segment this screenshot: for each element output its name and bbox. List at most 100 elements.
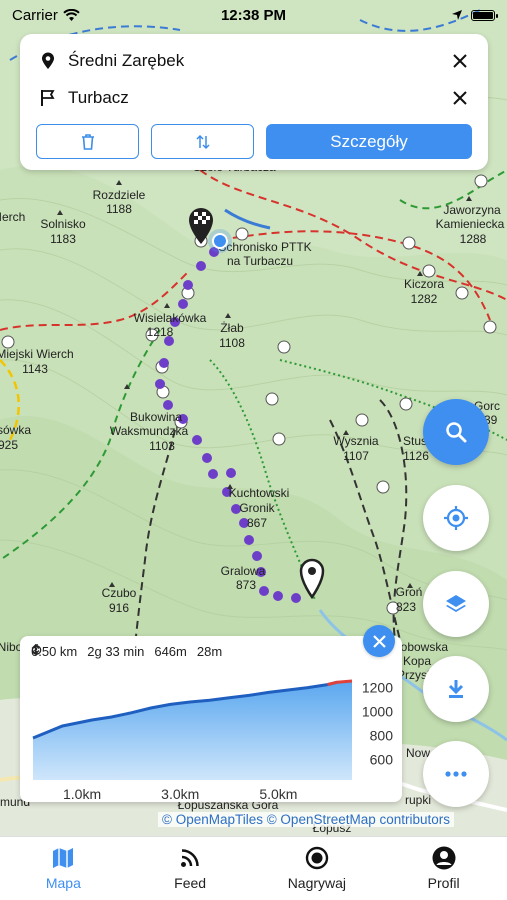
stat-ascent: 646m xyxy=(31,644,187,659)
close-icon xyxy=(453,91,467,105)
y-tick-label: 1000 xyxy=(362,704,393,720)
x-tick-label: 3.0km xyxy=(161,786,199,802)
stat-duration: 2g 33 min xyxy=(31,644,145,659)
details-button[interactable]: Szczegóły xyxy=(266,124,472,159)
map-label: 1288 xyxy=(460,232,487,246)
swap-route-button[interactable] xyxy=(151,124,254,159)
clear-start-button[interactable] xyxy=(448,49,472,73)
map-label: 1188 xyxy=(106,202,132,216)
map-attribution[interactable]: © OpenMapTiles © OpenStreetMap contribut… xyxy=(158,812,455,827)
map-label: 1183 xyxy=(50,232,76,246)
map-label: Kopa xyxy=(403,654,431,668)
map-label: na Turbaczu xyxy=(227,254,293,268)
close-icon xyxy=(453,54,467,68)
map-label: Kuchtowski xyxy=(229,486,290,500)
layers-icon xyxy=(446,595,466,612)
route-destination-row[interactable]: Turbacz xyxy=(20,80,488,116)
map-label: 1108 xyxy=(219,336,245,350)
map-label: 1143 xyxy=(22,362,48,376)
route-destination-text[interactable]: Turbacz xyxy=(68,88,129,108)
tab-bar: Mapa Feed Nagrywaj Profil xyxy=(0,836,507,900)
map-label: Gronik xyxy=(239,501,275,515)
y-tick-label: 800 xyxy=(370,728,394,744)
y-tick-label: 1200 xyxy=(362,680,393,696)
delete-route-button[interactable] xyxy=(36,124,139,159)
route-stats: 6.50 km 2g 33 min 646m 28m xyxy=(31,644,222,659)
location-arrow-icon xyxy=(452,10,462,20)
search-button[interactable] xyxy=(423,399,489,465)
close-icon xyxy=(372,634,386,648)
map-label: Żłab xyxy=(220,321,244,335)
clear-destination-button[interactable] xyxy=(448,86,472,110)
swap-icon xyxy=(195,134,210,149)
stat-descent: 28m xyxy=(31,644,223,659)
map-label: 1218 xyxy=(147,325,174,339)
elevation-chart: 600 800 1000 1200 1.0km 3.0km 5.0km xyxy=(32,679,394,802)
map-label: Bukowina xyxy=(130,410,182,424)
map-label: Wisielakówka xyxy=(134,311,207,325)
trash-icon xyxy=(81,133,94,150)
map-label: sówka xyxy=(0,423,31,437)
ascent-value: 646m xyxy=(154,644,187,659)
map-label: Waksmundzka xyxy=(110,424,189,438)
map-label: Lobowska xyxy=(394,640,448,654)
tab-profile[interactable]: Profil xyxy=(380,837,507,900)
map-label: 873 xyxy=(236,578,256,592)
search-icon xyxy=(446,422,467,443)
map-label: Gralowa xyxy=(221,564,266,578)
download-icon xyxy=(448,680,464,698)
flag-icon xyxy=(38,88,58,108)
map-label: Czubo xyxy=(102,586,137,600)
map-label: 1282 xyxy=(411,292,438,306)
carrier-label: Carrier xyxy=(12,6,58,24)
tab-label: Mapa xyxy=(45,875,81,891)
layers-button[interactable] xyxy=(423,571,489,637)
route-start-row[interactable]: Średni Zarębek xyxy=(20,43,488,79)
map-icon xyxy=(50,845,76,871)
map-label: 925 xyxy=(0,438,18,452)
locate-icon xyxy=(444,506,468,530)
map-label: Solnisko xyxy=(40,217,86,231)
download-button[interactable] xyxy=(423,656,489,722)
tab-label: Nagrywaj xyxy=(287,875,347,891)
wifi-icon xyxy=(63,8,80,21)
y-tick-label: 600 xyxy=(370,752,394,768)
tab-feed[interactable]: Feed xyxy=(127,837,254,900)
map-label: Kiczora xyxy=(404,277,444,291)
status-bar: Carrier 12:38 PM xyxy=(0,0,507,30)
map-label: Rozdziele xyxy=(93,188,146,202)
start-marker[interactable] xyxy=(298,557,326,599)
route-start-text[interactable]: Średni Zarębek xyxy=(68,51,184,71)
x-tick-label: 1.0km xyxy=(63,786,101,802)
battery-icon xyxy=(471,9,498,21)
more-icon xyxy=(445,771,467,777)
route-card: Średni Zarębek Turbacz Szczegóły xyxy=(20,34,488,170)
elevation-profile-card: 600 800 1000 1200 1.0km 3.0km 5.0km 6.50 km 2g… xyxy=(20,636,402,802)
close-elevation-button[interactable] xyxy=(363,625,395,657)
locate-button[interactable] xyxy=(423,485,489,551)
map-label: 867 xyxy=(247,516,267,530)
record-icon xyxy=(304,845,330,871)
arrow-down-icon xyxy=(31,645,40,655)
tab-label: Profil xyxy=(427,875,460,891)
map-label: 1126 xyxy=(403,449,429,463)
descent-value: 28m xyxy=(196,644,223,659)
x-tick-label: 5.0km xyxy=(259,786,297,802)
map-label: Kamieniecka xyxy=(436,217,505,231)
current-location-dot xyxy=(208,229,232,253)
tab-label: Feed xyxy=(174,875,207,891)
map-label: Ierch xyxy=(0,210,25,224)
duration-value: 2g 33 min xyxy=(87,644,145,659)
map-pin-icon xyxy=(38,51,58,71)
more-button[interactable] xyxy=(423,741,489,807)
map-label: 823 xyxy=(396,600,416,614)
tab-map[interactable]: Mapa xyxy=(0,837,127,900)
map-label: 1107 xyxy=(343,449,369,463)
tab-record[interactable]: Nagrywaj xyxy=(254,837,381,900)
feed-icon xyxy=(177,845,203,871)
profile-icon xyxy=(431,845,457,871)
map-label: Jaworzyna xyxy=(443,203,501,217)
map-label: Miejski Wierch xyxy=(0,347,74,361)
carrier-info: Carrier xyxy=(12,7,80,24)
map-label: 1103 xyxy=(149,439,175,453)
